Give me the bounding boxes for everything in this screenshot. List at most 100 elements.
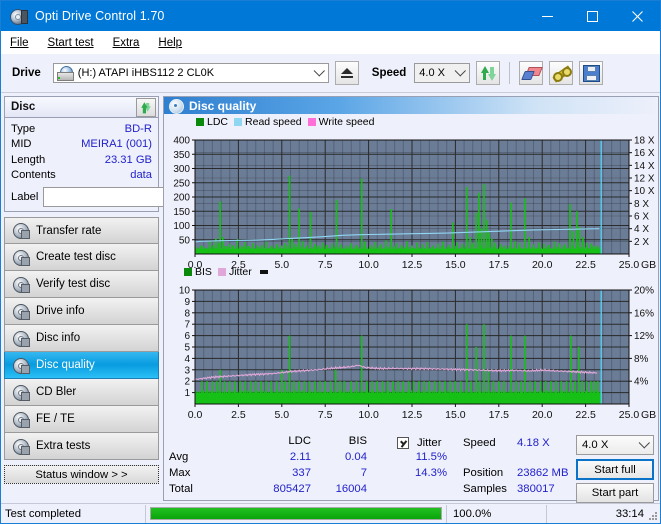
eraser-icon (520, 66, 543, 80)
jitter-checkbox[interactable] (397, 437, 409, 449)
legend-swatch (234, 118, 243, 126)
legend-read-speed: Read speed (234, 116, 302, 128)
svg-text:16 X: 16 X (634, 148, 655, 159)
panel-title: Disc quality (189, 98, 257, 113)
disc-type-value: BD-R (124, 122, 152, 135)
svg-text:20.0: 20.0 (532, 409, 553, 421)
stats-col-ldc: LDC (288, 435, 311, 447)
app-disc-icon (9, 8, 28, 25)
svg-text:10: 10 (179, 286, 191, 297)
svg-text:9: 9 (184, 297, 190, 308)
charts-area: LDC Read speed Write speed BIS Jitter 50… (164, 114, 658, 434)
legend-write-speed: Write speed (307, 116, 375, 128)
menu-help[interactable]: Help (158, 37, 182, 49)
stats-samples-label: Samples (463, 483, 507, 495)
drive-label: Drive (12, 67, 41, 79)
left-panel: Disc Type BD-R MID MEIRA1 (001) Length 2… (4, 96, 247, 484)
wrench-icon (552, 65, 572, 82)
sidebar-item-transfer-rate[interactable]: Transfer rate (4, 217, 159, 244)
svg-text:17.5: 17.5 (489, 409, 510, 421)
stats-bis-max: 7 (360, 467, 367, 479)
start-full-button[interactable]: Start full (576, 459, 654, 480)
svg-text:7.5: 7.5 (318, 259, 333, 271)
legend-swatch (217, 268, 226, 276)
menu-extra[interactable]: Extra (113, 37, 140, 49)
progress-cell (146, 505, 446, 523)
disc-info-header: Disc (5, 97, 158, 118)
svg-text:6 X: 6 X (634, 212, 649, 223)
svg-text:7: 7 (184, 320, 190, 331)
svg-text:7.5: 7.5 (318, 409, 333, 421)
speed-label: Speed (371, 67, 407, 79)
save-button[interactable] (579, 61, 604, 85)
svg-text:25.0: 25.0 (619, 409, 640, 421)
stats-area: LDC BIS Avg Max Total 2.11 337 805427 0.… (165, 435, 659, 503)
resize-grip-icon[interactable] (647, 510, 657, 520)
svg-text:5.0: 5.0 (274, 409, 289, 421)
disc-row-mid: MID MEIRA1 (001) (11, 137, 152, 153)
status-window-button[interactable]: Status window > > (4, 465, 159, 484)
sidebar-item-label: FE / TE (36, 413, 75, 425)
sidebar-item-label: CD Bler (36, 386, 77, 398)
legend-swatch (184, 268, 192, 276)
svg-text:10.0: 10.0 (358, 259, 379, 271)
stats-row-total: Total (169, 483, 193, 495)
chevron-down-icon (453, 64, 469, 82)
svg-text:200: 200 (173, 193, 190, 204)
svg-text:5: 5 (184, 343, 190, 354)
disc-refresh-button[interactable] (136, 97, 156, 117)
menu-start-test[interactable]: Start test (48, 37, 94, 49)
legend-swatch (196, 118, 204, 126)
disc-icon (12, 223, 30, 239)
refresh-button[interactable] (476, 61, 501, 85)
legend-label: Read speed (245, 116, 302, 128)
speed-select[interactable]: 4.0 X (414, 63, 471, 83)
svg-text:2 X: 2 X (634, 237, 649, 248)
svg-text:8%: 8% (634, 354, 649, 365)
legend-swatch (307, 118, 316, 126)
svg-text:22.5: 22.5 (575, 259, 596, 271)
window-title: Opti Drive Control 1.70 (35, 9, 165, 23)
menu-file[interactable]: File (10, 37, 29, 49)
menu-help-label: Help (158, 36, 183, 49)
stats-row-max: Max (169, 467, 191, 479)
svg-text:5.0: 5.0 (274, 259, 289, 271)
drive-select-value: (H:) ATAPI iHBS112 2 CL0K (77, 67, 215, 79)
disc-row-type: Type BD-R (11, 121, 152, 137)
stats-samples-value: 380017 (517, 483, 555, 495)
sidebar-item-disc-info[interactable]: Disc info (4, 325, 159, 352)
drive-select[interactable]: (H:) ATAPI iHBS112 2 CL0K (52, 63, 329, 83)
close-icon[interactable] (615, 1, 660, 31)
svg-text:100: 100 (173, 221, 190, 232)
start-part-button[interactable]: Start part (576, 483, 654, 503)
minimize-icon[interactable] (525, 1, 570, 31)
maximize-icon[interactable] (570, 1, 615, 31)
menu-file-label: File (10, 36, 29, 49)
speed-select-value: 4.0 X (419, 67, 445, 79)
sidebar-item-fe-te[interactable]: FE / TE (4, 406, 159, 433)
menu-bar: File Start test Extra Help (1, 31, 660, 54)
sidebar-item-create-test-disc[interactable]: Create test disc (4, 244, 159, 271)
eject-button[interactable] (334, 61, 359, 85)
sidebar-item-drive-info[interactable]: Drive info (4, 298, 159, 325)
legend-ldc: LDC (196, 116, 228, 128)
disc-mid-label: MID (11, 138, 32, 151)
svg-text:18 X: 18 X (634, 136, 655, 147)
sidebar-item-extra-tests[interactable]: Extra tests (4, 433, 159, 460)
disc-length-label: Length (11, 153, 46, 166)
erase-button[interactable] (519, 61, 544, 85)
disc-info-title: Disc (11, 101, 36, 113)
svg-text:GB: GB (641, 409, 656, 421)
svg-text:10.0: 10.0 (358, 409, 379, 421)
tools-button[interactable] (549, 61, 574, 85)
sidebar-item-label: Extra tests (36, 440, 91, 452)
test-speed-select[interactable]: 4.0 X (576, 435, 654, 455)
sidebar-item-cd-bler[interactable]: CD Bler (4, 379, 159, 406)
legend-marker-icon (259, 270, 268, 274)
sidebar-item-verify-test-disc[interactable]: Verify test disc (4, 271, 159, 298)
refresh-icon (141, 102, 151, 114)
stats-position-value: 23862 MB (517, 467, 569, 479)
sidebar-item-disc-quality[interactable]: Disc quality (4, 352, 159, 379)
svg-text:20%: 20% (634, 286, 654, 297)
disc-info-box: Disc Type BD-R MID MEIRA1 (001) Length 2… (4, 96, 247, 212)
